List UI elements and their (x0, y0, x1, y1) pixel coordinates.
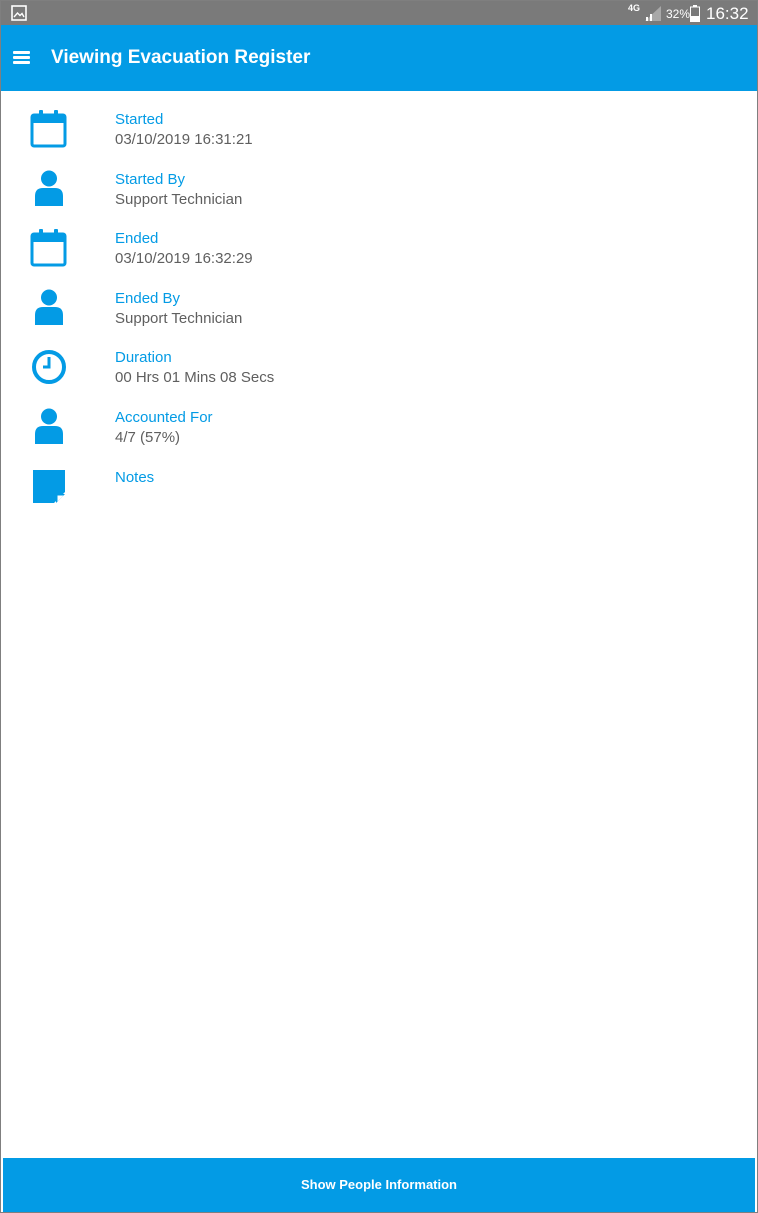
clock-icon (32, 350, 66, 384)
detail-row-ended: Ended 03/10/2019 16:32:29 (1, 210, 757, 270)
hamburger-menu-icon[interactable] (13, 51, 30, 64)
detail-label: Started By (115, 171, 186, 188)
status-bar: 4G 32% 16:32 (1, 1, 757, 25)
detail-row-started: Started 03/10/2019 16:31:21 (1, 91, 757, 151)
detail-value: 4/7 (57%) (115, 429, 181, 446)
app-bar: Viewing Evacuation Register (1, 25, 757, 91)
detail-row-duration: Duration 00 Hrs 01 Mins 08 Secs (1, 329, 757, 389)
show-people-information-button[interactable]: Show People Information (3, 1158, 755, 1212)
detail-value: 03/10/2019 16:31:21 (115, 131, 253, 148)
person-icon (35, 170, 63, 206)
battery-icon (690, 5, 700, 22)
detail-value: Support Technician (115, 191, 243, 208)
battery-percentage: 32% (666, 7, 691, 21)
status-time: 16:32 (706, 4, 749, 23)
detail-label: Started (115, 111, 164, 128)
calendar-icon (30, 110, 67, 148)
detail-value: 03/10/2019 16:32:29 (115, 250, 253, 267)
detail-label: Ended (115, 230, 159, 247)
detail-label: Duration (115, 349, 172, 366)
note-icon (33, 470, 65, 503)
detail-row-accounted-for: Accounted For 4/7 (57%) (1, 389, 757, 449)
detail-label: Accounted For (115, 409, 213, 426)
app-frame: 4G 32% 16:32 Viewing Evacuation Register (0, 0, 758, 1213)
network-type: 4G (628, 3, 641, 13)
signal-icon (645, 6, 661, 21)
detail-label: Notes (115, 469, 155, 486)
calendar-icon (30, 229, 67, 267)
person-icon (35, 408, 63, 444)
gallery-notification-icon (11, 5, 27, 21)
detail-row-notes[interactable]: Notes (1, 449, 757, 509)
detail-row-started-by: Started By Support Technician (1, 151, 757, 211)
page-title: Viewing Evacuation Register (51, 47, 311, 68)
person-icon (35, 289, 63, 325)
detail-row-ended-by: Ended By Support Technician (1, 270, 757, 330)
detail-value: Support Technician (115, 310, 243, 327)
detail-label: Ended By (115, 290, 181, 307)
detail-value: 00 Hrs 01 Mins 08 Secs (115, 369, 275, 386)
